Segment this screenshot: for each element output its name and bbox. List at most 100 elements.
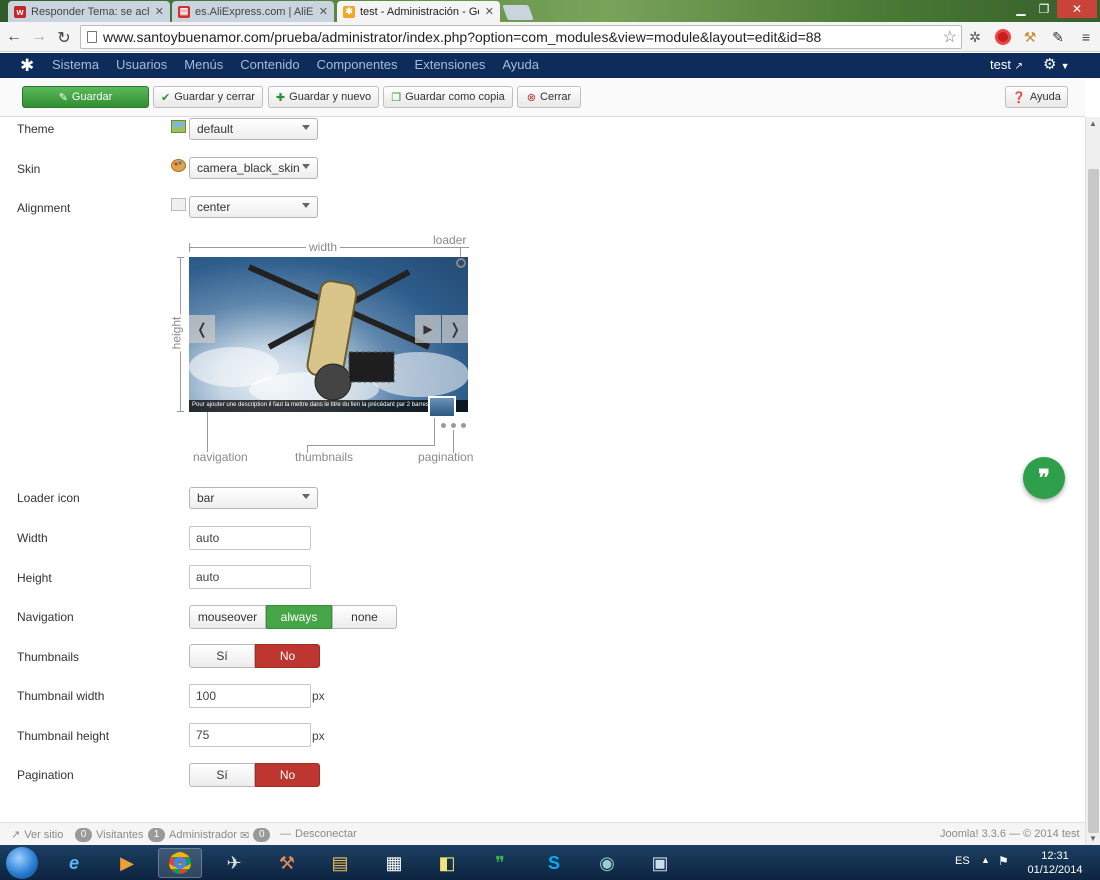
cancel-circle-icon: ⊗ <box>526 91 537 104</box>
visitors-count-badge: 0 <box>75 828 92 842</box>
slider-layout-diagram: width loader height ❬ ▶ ❭ Pour ajouter u… <box>169 230 490 470</box>
navigation-option-always[interactable]: always <box>266 605 332 629</box>
windows-taskbar: e ▶ ✈ ⚒ ▤ ▦ ◧ ❞ S ◉ ▣ ES ▲ ⚑ 12:31 01/12… <box>0 845 1100 880</box>
extension-stop-icon[interactable] <box>994 28 1012 46</box>
browser-tab-aliexpress[interactable]: ▤ es.AliExpress.com | AliExp ✕ <box>172 1 334 22</box>
extension-bug-icon[interactable]: ✲ <box>966 28 984 46</box>
settings-gear-icon[interactable]: ⚙ ▼ <box>1043 55 1070 73</box>
action-center-flag-icon[interactable]: ⚑ <box>998 854 1009 868</box>
menu-extensiones[interactable]: Extensiones <box>415 57 486 72</box>
notes-app-icon[interactable]: ◧ <box>425 848 469 878</box>
forward-arrow-icon[interactable]: → <box>30 28 48 46</box>
menu-menus[interactable]: Menús <box>184 57 223 72</box>
visitors-status: 0 Visitantes <box>75 828 144 842</box>
skin-select[interactable]: camera_black_skin <box>189 157 318 179</box>
extension-hammer-icon[interactable]: ⚒ <box>1021 28 1039 46</box>
help-button[interactable]: ❓ Ayuda <box>1005 86 1068 108</box>
app-grid-icon[interactable]: ▦ <box>372 848 416 878</box>
file-explorer-icon[interactable]: ▤ <box>318 848 362 878</box>
skype-icon[interactable]: S <box>532 848 576 878</box>
pagination-option-no[interactable]: No <box>255 763 320 787</box>
chevron-down-icon <box>302 164 310 169</box>
remote-desktop-icon[interactable]: ▣ <box>638 848 682 878</box>
messages-status[interactable]: ✉ 0 <box>240 828 274 842</box>
close-tab-icon[interactable]: ✕ <box>155 5 164 18</box>
scroll-thumb[interactable] <box>1088 169 1099 833</box>
thumbnail-height-input[interactable]: 75 <box>189 723 311 747</box>
language-indicator[interactable]: ES <box>955 855 970 867</box>
system-clock[interactable]: 12:31 01/12/2014 <box>1025 849 1085 877</box>
url-text: www.santoybuenamor.com/prueba/administra… <box>103 29 822 45</box>
maximize-window-icon[interactable]: ❐ <box>1033 0 1055 18</box>
new-tab-button[interactable] <box>502 5 534 20</box>
thumbnails-option-si[interactable]: Sí <box>189 644 255 668</box>
align-box-icon <box>171 198 186 211</box>
thumbnails-option-no[interactable]: No <box>255 644 320 668</box>
close-tab-icon[interactable]: ✕ <box>319 5 328 18</box>
save-close-button[interactable]: ✔ Guardar y cerrar <box>153 86 263 108</box>
logout-link[interactable]: — Desconectar <box>280 828 357 840</box>
pagination-dot <box>461 423 466 428</box>
tools-app-icon[interactable]: ⚒ <box>265 848 309 878</box>
view-site-link[interactable]: ↗ Ver sitio <box>11 828 63 842</box>
height-label: height <box>169 314 184 352</box>
tab-title: test - Administración - Ge <box>360 5 479 18</box>
prev-arrow-icon: ❬ <box>189 315 215 343</box>
bookmark-star-icon[interactable]: ☆ <box>943 27 957 47</box>
height-input[interactable]: auto <box>189 565 311 589</box>
pagination-button-group: Sí No <box>189 763 320 787</box>
thumbnail-width-input[interactable]: 100 <box>189 684 311 708</box>
close-tab-icon[interactable]: ✕ <box>485 5 494 18</box>
media-player-icon[interactable]: ▶ <box>105 848 149 878</box>
thumbnail-height-label: Thumbnail height <box>17 729 110 743</box>
browser-menu-icon[interactable]: ≡ <box>1077 28 1095 46</box>
scroll-up-icon[interactable]: ▲ <box>1089 119 1097 128</box>
loader-label: loader <box>433 233 467 247</box>
joomla-logo-icon[interactable]: ✱ <box>20 56 34 76</box>
menu-usuarios[interactable]: Usuarios <box>116 57 167 72</box>
width-input[interactable]: auto <box>189 526 311 550</box>
loader-icon-select[interactable]: bar <box>189 487 318 509</box>
hangouts-icon[interactable]: ❞ <box>478 848 522 878</box>
start-button[interactable] <box>6 847 38 879</box>
forum-favicon-icon: w <box>14 5 26 18</box>
close-window-icon[interactable]: ✕ <box>1057 0 1097 18</box>
url-bar[interactable]: www.santoybuenamor.com/prueba/administra… <box>80 25 962 49</box>
menu-componentes[interactable]: Componentes <box>317 57 398 72</box>
envelope-icon: ✉ <box>240 829 250 842</box>
pagination-option-si[interactable]: Sí <box>189 763 255 787</box>
messages-count-badge: 0 <box>253 828 271 842</box>
scroll-down-icon[interactable]: ▼ <box>1089 834 1097 843</box>
menu-sistema[interactable]: Sistema <box>52 57 99 72</box>
navigation-option-none[interactable]: none <box>332 605 397 629</box>
browser-tab-admin[interactable]: ✱ test - Administración - Ge ✕ <box>337 1 500 22</box>
menu-ayuda[interactable]: Ayuda <box>502 57 539 72</box>
chrome-icon[interactable] <box>158 848 202 878</box>
save-copy-button[interactable]: ❐ Guardar como copia <box>383 86 513 108</box>
slider-preview-image: ❬ ▶ ❭ Pour ajouter une description il fa… <box>189 257 468 412</box>
close-button[interactable]: ⊗ Cerrar <box>517 86 581 108</box>
save-new-button[interactable]: ✚ Guardar y nuevo <box>268 86 379 108</box>
back-arrow-icon[interactable]: ← <box>5 28 23 46</box>
user-menu[interactable]: test ↗ <box>990 57 1023 72</box>
minimize-window-icon[interactable]: ▁ <box>1010 0 1032 18</box>
network-app-icon[interactable]: ◉ <box>585 848 629 878</box>
page-scrollbar[interactable]: ▲ ▼ <box>1085 117 1100 845</box>
extension-tools-icon[interactable]: ✎ <box>1049 28 1067 46</box>
theme-select[interactable]: default <box>189 118 318 140</box>
menu-contenido[interactable]: Contenido <box>240 57 299 72</box>
image-icon <box>171 120 186 133</box>
tray-expand-icon[interactable]: ▲ <box>981 855 990 865</box>
width-label: width <box>306 240 341 254</box>
copy-icon: ❐ <box>391 91 402 104</box>
navigation-button-group: mouseover always none <box>189 605 397 629</box>
reload-icon[interactable]: ↻ <box>55 28 73 48</box>
internet-explorer-icon[interactable]: e <box>52 848 96 878</box>
browser-tab-responder[interactable]: w Responder Tema: se achic ✕ <box>8 1 170 22</box>
navigation-option-mouseover[interactable]: mouseover <box>189 605 266 629</box>
quote-chat-icon[interactable]: ❞ <box>1023 457 1065 499</box>
pagination-dot <box>451 423 456 428</box>
save-button[interactable]: ✎ Guardar <box>22 86 149 108</box>
alignment-select[interactable]: center <box>189 196 318 218</box>
satellite-app-icon[interactable]: ✈ <box>212 848 256 878</box>
